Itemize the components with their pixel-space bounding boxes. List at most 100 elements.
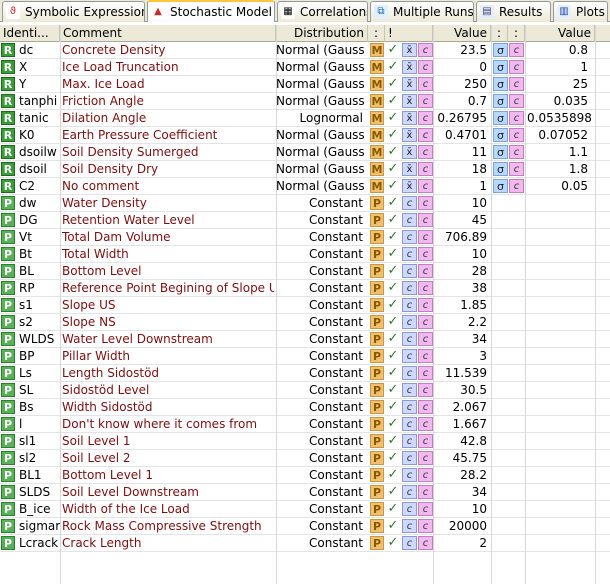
comment-cell[interactable]: Bottom Level 1 [62,467,274,483]
constant-pink-icon[interactable]: c [509,162,524,176]
parameter-type-icon[interactable]: P [370,281,384,295]
check-icon[interactable]: ✓ [386,43,400,57]
table-row[interactable]: P Vt Total Dam Volume Constant P ✓ c c 706.89 [0,229,610,246]
distribution-cell[interactable]: Constant [276,382,365,398]
value-cell[interactable]: 45 [434,212,489,228]
check-icon[interactable]: ✓ [386,519,400,533]
comment-cell[interactable]: No comment [62,178,274,194]
value-cell[interactable]: 2.2 [434,314,489,330]
value-2-cell[interactable]: 1.8 [527,161,591,177]
header-comment[interactable]: Comment [60,25,276,42]
comment-cell[interactable]: Earth Pressure Coefficient [62,127,274,143]
header-colon-3[interactable]: : [508,25,525,42]
distribution-cell[interactable]: Constant [276,229,365,245]
parameter-type-icon[interactable]: P [370,434,384,448]
constant-pink-icon[interactable]: c [418,332,433,346]
mean-parameter-icon[interactable]: M [370,77,384,91]
header-bang[interactable]: ! [385,25,433,42]
table-row[interactable]: Psl2 Soil Level 2 Constant P ✓ c c 45.75 [0,450,610,467]
distribution-cell[interactable]: Constant [276,263,365,279]
constant-icon[interactable]: c [402,230,417,244]
value-cell[interactable]: 45.75 [434,450,489,466]
check-icon[interactable]: ✓ [386,451,400,465]
mean-xbar-icon[interactable]: x̄ [402,162,417,176]
constant-icon[interactable]: c [402,366,417,380]
comment-cell[interactable]: Reference Point Begining of Slope US [62,280,274,296]
identifier-cell[interactable]: BL [17,263,60,279]
check-icon[interactable]: ✓ [386,247,400,261]
comment-cell[interactable]: Pillar Width [62,348,274,364]
constant-pink-icon[interactable]: c [418,145,433,159]
identifier-cell[interactable]: Bt [17,246,60,262]
constant-pink-icon[interactable]: c [418,213,433,227]
constant-pink-icon[interactable]: c [418,230,433,244]
distribution-cell[interactable]: Normal (Gauss) [276,76,365,92]
table-row[interactable]: Psl1 Soil Level 1 Constant P ✓ c c 42.8 [0,433,610,450]
value-2-cell[interactable]: 0.035 [527,93,591,109]
tab-multiple-runs[interactable]: ⧉ Multiple Runs [370,1,474,22]
constant-icon[interactable]: c [402,502,417,516]
identifier-cell[interactable]: SL [17,382,60,398]
check-icon[interactable]: ✓ [386,502,400,516]
check-icon[interactable]: ✓ [386,400,400,414]
value-cell[interactable]: 34 [434,484,489,500]
value-2-cell[interactable]: 25 [527,76,591,92]
sigma-icon[interactable]: σ [493,179,508,193]
table-row[interactable]: Rdsoilw Soil Density Sumerged Normal (Gaus… [0,144,610,161]
distribution-cell[interactable]: Constant [276,365,365,381]
table-row[interactable]: P Lcrack Crack Length Constant P ✓ c c 2 [0,535,610,552]
constant-pink-icon[interactable]: c [418,400,433,414]
header-identifier[interactable]: Identi... [0,25,60,42]
check-icon[interactable]: ✓ [386,111,400,125]
header-distribution[interactable]: Distribution [276,25,368,42]
sigma-icon[interactable]: σ [493,94,508,108]
check-icon[interactable]: ✓ [386,196,400,210]
distribution-cell[interactable]: Constant [276,467,365,483]
constant-pink-icon[interactable]: c [418,247,433,261]
table-row[interactable]: Psigmar Rock Mass Compressive Strength Con… [0,518,610,535]
parameter-type-icon[interactable]: P [370,332,384,346]
comment-cell[interactable]: Soil Level 1 [62,433,274,449]
identifier-cell[interactable]: BL1 [17,467,60,483]
parameter-type-icon[interactable]: P [370,383,384,397]
identifier-cell[interactable]: WLDS [17,331,60,347]
parameter-type-icon[interactable]: P [370,247,384,261]
header-value[interactable]: Value [433,25,491,42]
distribution-cell[interactable]: Constant [276,331,365,347]
parameter-type-icon[interactable]: P [370,502,384,516]
distribution-cell[interactable]: Constant [276,246,365,262]
identifier-cell[interactable]: Ls [17,365,60,381]
value-cell[interactable]: 30.5 [434,382,489,398]
value-cell[interactable]: 10 [434,195,489,211]
tab-symbolic-expressions[interactable]: ϑ Symbolic Expressions [2,1,145,22]
check-icon[interactable]: ✓ [386,77,400,91]
constant-icon[interactable]: c [402,451,417,465]
constant-icon[interactable]: c [402,264,417,278]
table-row[interactable]: R X Ice Load Truncation Normal (Gauss) M ✓ x̄ c… [0,59,610,76]
comment-cell[interactable]: Water Level Downstream [62,331,274,347]
constant-pink-icon[interactable]: c [509,128,524,142]
check-icon[interactable]: ✓ [386,434,400,448]
sigma-icon[interactable]: σ [493,111,508,125]
constant-pink-icon[interactable]: c [418,434,433,448]
parameter-type-icon[interactable]: P [370,213,384,227]
tab-results[interactable]: ▤ Results [476,1,551,22]
comment-cell[interactable]: Width Sidostöd [62,399,274,415]
table-row[interactable]: Rtanphi Friction Angle Normal (Gauss) M ✓ x̄ c… [0,93,610,110]
mean-xbar-icon[interactable]: x̄ [402,60,417,74]
value-cell[interactable]: 2 [434,535,489,551]
mean-parameter-icon[interactable]: M [370,128,384,142]
constant-pink-icon[interactable]: c [509,145,524,159]
comment-cell[interactable]: Slope NS [62,314,274,330]
parameter-type-icon[interactable]: P [370,485,384,499]
parameter-type-icon[interactable]: P [370,230,384,244]
constant-pink-icon[interactable]: c [418,264,433,278]
identifier-cell[interactable]: tanic [17,110,60,126]
constant-icon[interactable]: c [402,468,417,482]
parameter-type-icon[interactable]: P [370,264,384,278]
check-icon[interactable]: ✓ [386,60,400,74]
distribution-cell[interactable]: Normal (Gauss) [276,59,365,75]
constant-pink-icon[interactable]: c [418,417,433,431]
distribution-cell[interactable]: Constant [276,416,365,432]
check-icon[interactable]: ✓ [386,145,400,159]
